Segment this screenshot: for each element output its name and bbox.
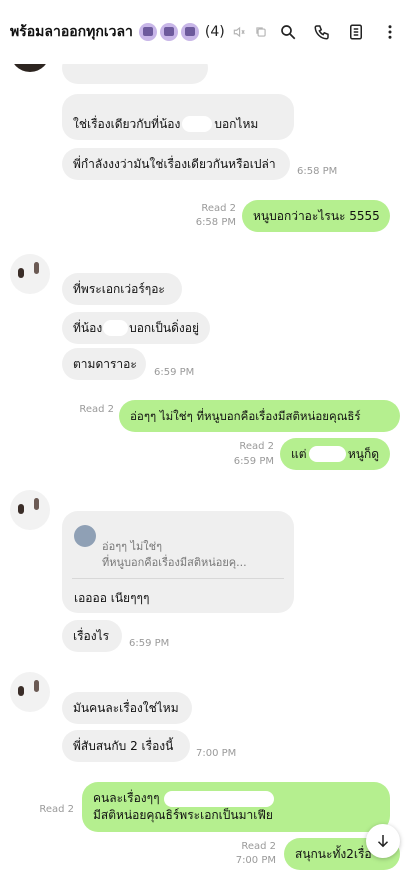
redacted-name (103, 320, 129, 336)
chat-header: พร้อมลาออกทุกเวลา (4) (0, 0, 410, 64)
person-emoji-icon (180, 23, 199, 41)
message-time: 7:00 PM (196, 748, 237, 759)
title-emoji-group (138, 23, 199, 41)
read-receipt: Read 2 (79, 404, 114, 415)
quoted-text: อ่อๆๆ ไม่ใช่ๆ ที่หนูบอกคือเรื่องมีสติหน่… (102, 540, 247, 569)
read-receipt: Read 2 (241, 841, 276, 852)
message-bubble[interactable]: พี่สับสนกับ 2 เรื่องนี้ (62, 730, 190, 762)
chat-area: ใช่เรื่องเดียวกับที่น้อง บอกไหม พี่กำลัง… (0, 0, 410, 872)
person-emoji-icon (159, 23, 178, 41)
reply-text: เออออ เนียๆๆๆ (74, 591, 150, 605)
message-bubble[interactable]: เรื่องไร (62, 620, 122, 652)
redacted-name (163, 790, 274, 807)
notes-icon[interactable] (346, 22, 366, 42)
member-count: (4) (204, 24, 225, 40)
quoted-message[interactable]: อ่อๆๆ ไม่ใช่ๆ ที่หนูบอกคือเรื่องมีสติหน่… (72, 521, 284, 579)
redacted-name (182, 116, 213, 132)
read-receipt: Read 2 (39, 804, 74, 815)
message-bubble[interactable]: มันคนละเรื่องใช่ไหม (62, 692, 192, 724)
person-emoji-icon (138, 23, 157, 41)
avatar[interactable] (10, 672, 50, 712)
read-receipt: Read 2 (201, 203, 236, 214)
more-icon[interactable] (380, 22, 400, 42)
message-bubble-own[interactable]: แต่ หนูก็ดู (280, 438, 390, 470)
message-bubble[interactable]: พี่กำลังงงว่ามันใช่เรื่องเดียวกันหรือเปล… (62, 148, 290, 180)
search-icon[interactable] (278, 22, 298, 42)
avatar[interactable] (10, 490, 50, 530)
message-bubble[interactable]: ที่น้อง บอกเป็นดิ่งอยู่ (62, 312, 210, 344)
message-time: 6:58 PM (297, 166, 338, 177)
redacted-name (308, 446, 346, 462)
message-bubble[interactable]: ที่พระเอกเว่อร์ๆอะ (62, 273, 182, 305)
message-bubble-own[interactable]: อ่อๆๆ ไม่ใช่ๆ ที่หนูบอกคือเรื่องมีสติหน่… (119, 400, 400, 432)
message-time: 6:59 PM (154, 367, 195, 378)
quoted-avatar (74, 525, 96, 547)
message-bubble[interactable]: ตามดาราอะ (62, 348, 146, 380)
message-time: 6:58 PM (195, 217, 236, 228)
chat-title[interactable]: พร้อมลาออกทุกเวลา (10, 21, 133, 43)
message-bubble-own[interactable]: หนูบอกว่าอะไรนะ 5555 (242, 200, 390, 232)
message-bubble[interactable]: ใช่เรื่องเดียวกับที่น้อง บอกไหม (62, 94, 294, 140)
message-time: 7:00 PM (235, 855, 276, 866)
header-actions (278, 22, 400, 42)
call-icon[interactable] (312, 22, 332, 42)
mute-icon (231, 24, 247, 40)
message-time: 6:59 PM (233, 456, 274, 467)
avatar[interactable] (10, 254, 50, 294)
message-time: 6:59 PM (129, 638, 170, 649)
reply-message-bubble[interactable]: อ่อๆๆ ไม่ใช่ๆ ที่หนูบอกคือเรื่องมีสติหน่… (62, 511, 294, 613)
chat-folder-icon (253, 24, 269, 40)
read-receipt: Read 2 (239, 441, 274, 452)
scroll-to-bottom-button[interactable] (366, 824, 400, 858)
message-bubble-own[interactable]: คนละเรื่องๆๆ มีสติหน่อยคุณธิร์พระเอกเป็น… (82, 782, 390, 832)
